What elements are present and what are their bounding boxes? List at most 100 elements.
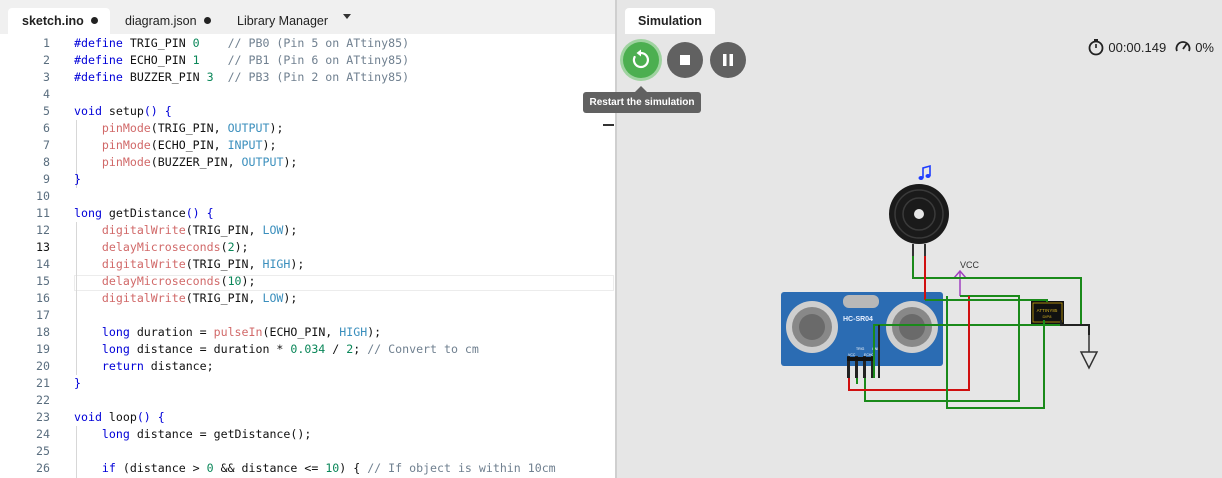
- circuit-diagram[interactable]: VCC HC-SR04 VCC TRIG ECHO GND ATTINY85 D…: [617, 0, 1222, 478]
- tab-label: sketch.ino: [22, 14, 84, 28]
- code-token: (BUZZER_PIN,: [150, 155, 242, 169]
- vcc-label: VCC: [960, 260, 980, 270]
- unsaved-dot-icon: [203, 17, 211, 24]
- code-line[interactable]: 15 delayMicroseconds(10);: [0, 273, 615, 290]
- code-line[interactable]: 23 void loop() {: [0, 409, 615, 426]
- code-token: }: [74, 172, 81, 186]
- code-token: LOW: [262, 223, 284, 237]
- code-area[interactable]: 1 #define TRIG_PIN 0 // PB0 (Pin 5 on ATt…: [0, 35, 615, 478]
- code-line[interactable]: 2 #define ECHO_PIN 1 // PB1 (Pin 6 on ATt…: [0, 52, 615, 69]
- music-note-icon: [918, 164, 931, 180]
- code-line[interactable]: 14 digitalWrite(TRIG_PIN, HIGH);: [0, 256, 615, 273]
- code-token: (ECHO_PIN,: [150, 138, 228, 152]
- line-code: long duration = pulseIn(ECHO_PIN, HIGH);: [74, 324, 381, 341]
- code-line[interactable]: 24 long distance = getDistance();: [0, 426, 615, 443]
- line-number: 18: [36, 325, 50, 339]
- line-code: long distance = getDistance();: [74, 426, 311, 443]
- code-line[interactable]: 17: [0, 307, 615, 324]
- code-line[interactable]: 10: [0, 188, 615, 205]
- code-token: () {: [143, 104, 172, 118]
- code-token: // Convert to cm: [367, 342, 479, 356]
- code-token: pinMode: [101, 138, 151, 152]
- code-token: long: [101, 342, 137, 356]
- tab-diagram-json[interactable]: diagram.json: [125, 8, 220, 34]
- attiny85-chip[interactable]: ATTINY85 DIP8: [1031, 301, 1064, 324]
- code-token: () {: [185, 206, 214, 220]
- line-number: 3: [43, 70, 50, 84]
- code-line[interactable]: 7 pinMode(ECHO_PIN, INPUT);: [0, 137, 615, 154]
- editor-tab-bar: sketch.ino diagram.json Library Manager: [0, 0, 615, 34]
- line-code: long getDistance() {: [74, 205, 214, 222]
- code-token: TRIG_PIN: [129, 36, 193, 50]
- code-token: () {: [136, 410, 165, 424]
- sensor-pin-label: ECHO: [864, 353, 874, 357]
- code-line[interactable]: 16 digitalWrite(TRIG_PIN, LOW);: [0, 290, 615, 307]
- code-token: getDistance: [213, 427, 291, 441]
- code-token: INPUT: [227, 138, 263, 152]
- code-line[interactable]: 4: [0, 86, 615, 103]
- buzzer[interactable]: [889, 184, 949, 256]
- code-token: ;: [353, 342, 368, 356]
- line-number: 2: [43, 53, 50, 67]
- code-token: );: [234, 240, 249, 254]
- code-token: if: [101, 461, 123, 475]
- code-token: getDistance: [108, 206, 186, 220]
- line-code: pinMode(ECHO_PIN, INPUT);: [74, 137, 277, 154]
- code-line[interactable]: 9}: [0, 171, 615, 188]
- code-line[interactable]: 12 digitalWrite(TRIG_PIN, LOW);: [0, 222, 615, 239]
- code-token: (TRIG_PIN,: [185, 257, 263, 271]
- code-token: && distance <=: [213, 461, 326, 475]
- code-line[interactable]: 22: [0, 392, 615, 409]
- code-line[interactable]: 11 long getDistance() {: [0, 205, 615, 222]
- sensor-label: HC-SR04: [843, 316, 873, 323]
- code-token: HIGH: [262, 257, 291, 271]
- code-token: distance;: [150, 359, 214, 373]
- code-line[interactable]: 13 delayMicroseconds(2);: [0, 239, 615, 256]
- line-code: digitalWrite(TRIG_PIN, LOW);: [74, 222, 297, 239]
- code-line[interactable]: 19 long distance = duration * 0.034 / 2;…: [0, 341, 615, 358]
- code-line[interactable]: 5 void setup() {: [0, 103, 615, 120]
- code-line[interactable]: 6 pinMode(TRIG_PIN, OUTPUT);: [0, 120, 615, 137]
- ultrasonic-sensor[interactable]: HC-SR04 VCC TRIG ECHO GND: [781, 292, 943, 378]
- code-token: );: [283, 223, 298, 237]
- line-number: 15: [36, 274, 50, 288]
- code-line[interactable]: 3 #define BUZZER_PIN 3 // PB3 (Pin 2 on A…: [0, 69, 615, 86]
- code-line[interactable]: 18 long duration = pulseIn(ECHO_PIN, HIG…: [0, 324, 615, 341]
- line-number: 5: [43, 104, 50, 118]
- code-token: );: [262, 138, 277, 152]
- code-line[interactable]: 21}: [0, 375, 615, 392]
- code-line[interactable]: 20 return distance;: [0, 358, 615, 375]
- tab-sketch-ino[interactable]: sketch.ino: [8, 8, 110, 34]
- tab-library-manager[interactable]: Library Manager: [237, 8, 332, 34]
- code-line[interactable]: 26 if (distance > 0 && distance <= 10) {…: [0, 460, 615, 477]
- code-token: (distance >: [122, 461, 207, 475]
- code-token: long: [74, 206, 109, 220]
- code-token: );: [241, 274, 256, 288]
- code-token: ECHO_PIN: [129, 53, 193, 67]
- code-token: BUZZER_PIN: [129, 70, 207, 84]
- code-token: LOW: [262, 291, 284, 305]
- scrollbar-thumb[interactable]: [603, 124, 614, 126]
- tab-menu-chevron-down-icon[interactable]: [343, 14, 351, 19]
- code-token: #define: [74, 70, 130, 84]
- code-line[interactable]: 8 pinMode(BUZZER_PIN, OUTPUT);: [0, 154, 615, 171]
- code-line[interactable]: 25: [0, 443, 615, 460]
- code-token: (TRIG_PIN,: [150, 121, 228, 135]
- code-line[interactable]: 1 #define TRIG_PIN 0 // PB0 (Pin 5 on ATt…: [0, 35, 615, 52]
- line-code: }: [74, 375, 81, 392]
- code-token: digitalWrite: [101, 223, 186, 237]
- code-token: digitalWrite: [101, 257, 186, 271]
- code-token: );: [269, 121, 284, 135]
- line-code: void loop() {: [74, 409, 165, 426]
- line-number: 14: [36, 257, 50, 271]
- line-code: if (distance > 0 && distance <= 10) { //…: [74, 460, 556, 477]
- line-code: #define ECHO_PIN 1 // PB1 (Pin 6 on ATti…: [74, 52, 409, 69]
- sensor-pin-label: VCC: [848, 353, 856, 357]
- code-token: delayMicroseconds: [101, 240, 221, 254]
- line-number: 17: [36, 308, 50, 322]
- code-token: (: [220, 274, 228, 288]
- line-code: delayMicroseconds(2);: [74, 239, 249, 256]
- code-token: (TRIG_PIN,: [185, 223, 263, 237]
